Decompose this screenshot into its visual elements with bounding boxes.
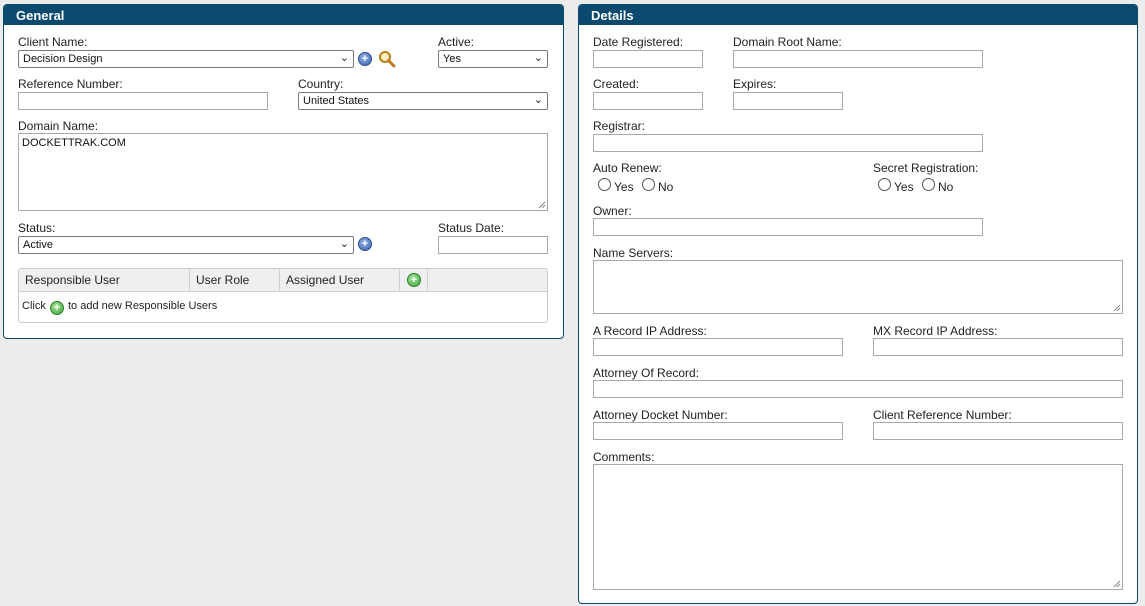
- attorney-of-record-input[interactable]: [593, 380, 1123, 398]
- client-name-select[interactable]: Decision Design ⌄: [18, 50, 354, 68]
- country-select[interactable]: United States ⌄: [298, 92, 548, 110]
- expires-input[interactable]: [733, 92, 843, 110]
- attorney-docket-input[interactable]: [593, 422, 843, 440]
- auto-renew-label: Auto Renew:: [593, 161, 662, 175]
- secret-registration-no-label: No: [938, 180, 954, 194]
- resize-grip-icon[interactable]: [1113, 304, 1121, 312]
- column-header-user-role[interactable]: User Role: [190, 269, 280, 292]
- name-servers-textarea[interactable]: [593, 260, 1123, 314]
- date-registered-input[interactable]: [593, 50, 703, 68]
- status-value: Active: [23, 239, 53, 251]
- column-header-responsible-user[interactable]: Responsible User: [19, 269, 190, 292]
- empty-prefix: Click: [22, 300, 46, 312]
- auto-renew-yes-radio[interactable]: [598, 178, 611, 191]
- name-servers-label: Name Servers:: [593, 246, 674, 260]
- table-header: Responsible User User Role Assigned User…: [19, 269, 547, 292]
- reference-number-input[interactable]: [18, 92, 268, 110]
- date-registered-label: Date Registered:: [593, 35, 684, 49]
- general-panel: General Client Name: Decision Design ⌄ +…: [3, 4, 564, 339]
- domain-name-value: DOCKETTRAK.COM: [22, 137, 126, 149]
- a-record-input[interactable]: [593, 338, 843, 356]
- reference-number-label: Reference Number:: [18, 77, 123, 91]
- status-select[interactable]: Active ⌄: [18, 236, 354, 254]
- domain-name-label: Domain Name:: [18, 119, 99, 133]
- expires-label: Expires:: [733, 77, 777, 91]
- active-value: Yes: [443, 53, 461, 65]
- mx-record-input[interactable]: [873, 338, 1123, 356]
- auto-renew-no-label: No: [658, 180, 674, 194]
- active-label: Active:: [438, 35, 475, 49]
- auto-renew-no-radio[interactable]: [642, 178, 655, 191]
- status-date-input[interactable]: [438, 236, 548, 254]
- secret-registration-label: Secret Registration:: [873, 161, 979, 175]
- add-status-icon[interactable]: +: [358, 237, 372, 251]
- country-label: Country:: [298, 77, 344, 91]
- client-name-label: Client Name:: [18, 35, 88, 49]
- comments-label: Comments:: [593, 450, 655, 464]
- search-icon[interactable]: [378, 50, 396, 68]
- registrar-input[interactable]: [593, 134, 983, 152]
- empty-suffix: to add new Responsible Users: [68, 300, 218, 312]
- comments-textarea[interactable]: [593, 464, 1123, 590]
- owner-label: Owner:: [593, 204, 632, 218]
- chevron-down-icon: ⌄: [339, 52, 349, 64]
- secret-registration-yes-radio[interactable]: [878, 178, 891, 191]
- mx-record-label: MX Record IP Address:: [873, 324, 998, 338]
- attorney-docket-label: Attorney Docket Number:: [593, 408, 728, 422]
- general-panel-title: General: [4, 5, 563, 25]
- secret-registration-no-radio[interactable]: [922, 178, 935, 191]
- attorney-of-record-label: Attorney Of Record:: [593, 366, 700, 380]
- resize-grip-icon[interactable]: [538, 201, 546, 209]
- domain-root-name-input[interactable]: [733, 50, 983, 68]
- client-reference-label: Client Reference Number:: [873, 408, 1012, 422]
- a-record-label: A Record IP Address:: [593, 324, 707, 338]
- client-name-value: Decision Design: [23, 53, 103, 65]
- owner-input[interactable]: [593, 218, 983, 236]
- auto-renew-yes-label: Yes: [614, 180, 634, 194]
- active-select[interactable]: Yes ⌄: [438, 50, 548, 68]
- status-date-label: Status Date:: [438, 221, 505, 235]
- country-value: United States: [303, 95, 370, 107]
- registrar-label: Registrar:: [593, 119, 646, 133]
- resize-grip-icon[interactable]: [1113, 580, 1121, 588]
- secret-registration-yes-label: Yes: [894, 180, 914, 194]
- chevron-down-icon: ⌄: [339, 238, 349, 250]
- details-panel-title: Details: [579, 5, 1137, 25]
- chevron-down-icon: ⌄: [533, 52, 543, 64]
- created-input[interactable]: [593, 92, 703, 110]
- chevron-down-icon: ⌄: [533, 94, 543, 106]
- add-user-icon[interactable]: +: [407, 273, 421, 287]
- domain-root-name-label: Domain Root Name:: [733, 35, 842, 49]
- status-label: Status:: [18, 221, 56, 235]
- add-user-inline-icon[interactable]: +: [50, 301, 64, 315]
- column-header-assigned-user[interactable]: Assigned User: [280, 269, 400, 292]
- add-client-icon[interactable]: +: [358, 52, 372, 66]
- client-reference-input[interactable]: [873, 422, 1123, 440]
- created-label: Created:: [593, 77, 640, 91]
- responsible-users-table: Responsible User User Role Assigned User…: [18, 268, 548, 323]
- domain-name-textarea[interactable]: DOCKETTRAK.COM: [18, 133, 548, 211]
- details-panel: Details Date Registered: Domain Root Nam…: [578, 4, 1138, 604]
